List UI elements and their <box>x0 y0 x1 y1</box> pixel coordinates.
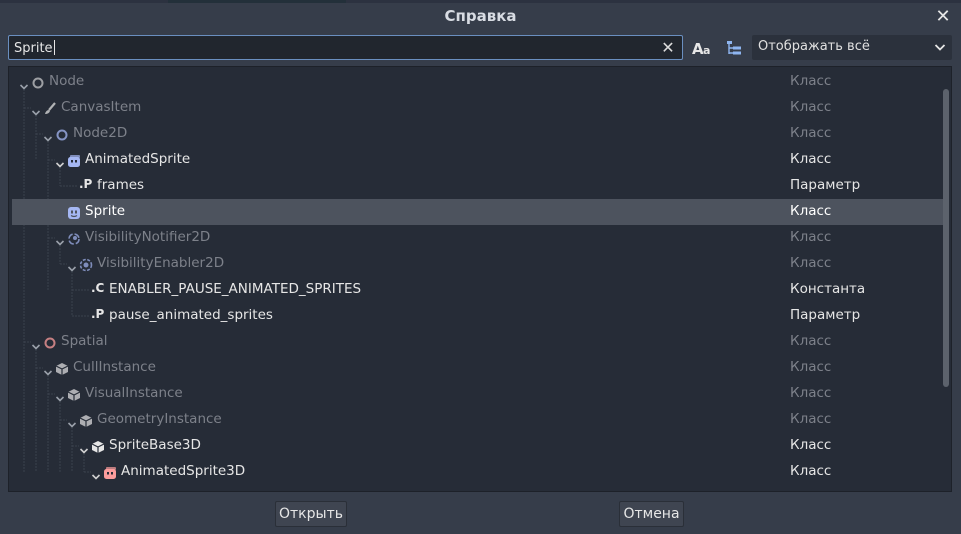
tree-row-name: AnimatedSprite <box>85 151 191 167</box>
chevron-down-icon[interactable] <box>67 415 77 428</box>
tree-row-name: pause_animated_sprites <box>109 307 273 323</box>
tree-row-name: Node2D <box>73 125 128 141</box>
property-icon: .P <box>91 307 105 321</box>
tree-row-type: Класс <box>790 463 832 479</box>
text-caret <box>53 40 55 55</box>
tree-row-type: Класс <box>790 151 832 167</box>
tree-row-type: Параметр <box>790 307 861 323</box>
tree-row-type: Класс <box>790 125 832 141</box>
tree-row[interactable]: VisibilityEnabler2D Класс <box>9 251 947 277</box>
hierarchy-icon[interactable] <box>723 37 745 59</box>
chevron-down-icon[interactable] <box>67 259 77 272</box>
cube-icon <box>67 387 81 401</box>
tree-row-type: Класс <box>790 229 832 245</box>
chevron-down-icon[interactable] <box>55 155 65 168</box>
tree-row[interactable]: AnimatedSprite3D Класс <box>9 459 947 485</box>
tree-row-type: Класс <box>790 385 832 401</box>
tree-row[interactable]: VisibilityNotifier2D Класс <box>9 225 947 251</box>
tree-row-name: CullInstance <box>73 359 156 375</box>
tree-row-name: VisualInstance <box>85 385 183 401</box>
tree-row-name: AnimatedSprite3D <box>121 463 246 479</box>
canvas-item-brush-icon <box>43 101 57 115</box>
tree-row[interactable]: Node Класс <box>9 69 947 95</box>
tree-row[interactable]: Spatial Класс <box>9 329 947 355</box>
vertical-scrollbar[interactable] <box>943 89 949 387</box>
visibility-enabler-icon <box>79 257 93 272</box>
constant-icon: .C <box>91 281 105 295</box>
property-icon: .P <box>79 177 93 191</box>
tree-row-type: Класс <box>790 359 832 375</box>
cancel-button[interactable]: Отмена <box>619 501 684 527</box>
tree-row-type: Класс <box>790 411 832 427</box>
tree-row[interactable]: CullInstance Класс <box>9 355 947 381</box>
tree-row[interactable]: .P pause_animated_sprites Параметр <box>9 303 947 329</box>
tree-row-name: SpriteBase3D <box>109 437 201 453</box>
chevron-down-icon[interactable] <box>55 233 65 246</box>
svg-text:a: a <box>703 44 710 57</box>
visibility-notifier-icon <box>67 231 81 245</box>
tree-row-name: ENABLER_PAUSE_ANIMATED_SPRITES <box>109 281 362 297</box>
cube-icon <box>91 439 105 453</box>
chevron-down-icon[interactable] <box>55 389 65 402</box>
tree-row[interactable]: Sprite Класс <box>12 199 948 225</box>
cube-icon <box>79 413 93 427</box>
node-circle-icon <box>31 75 45 89</box>
tree-row-type: Класс <box>790 99 832 115</box>
tree-row[interactable]: Node2D Класс <box>9 121 947 147</box>
chevron-down-icon <box>934 44 946 51</box>
chevron-down-icon[interactable] <box>43 129 53 142</box>
dialog-title: Справка <box>444 7 517 25</box>
tree-row-type: Параметр <box>790 177 861 193</box>
case-sensitive-icon[interactable]: A a <box>690 37 714 59</box>
chevron-down-icon[interactable] <box>31 103 41 116</box>
close-icon[interactable]: ✕ <box>934 6 952 28</box>
tree-row-type: Класс <box>790 333 832 349</box>
tree-row-name: Node <box>49 73 85 89</box>
animated-sprite-icon <box>67 153 81 167</box>
node2d-circle-icon <box>55 127 69 141</box>
tree-row-type: Класс <box>790 255 832 271</box>
cube-icon <box>55 361 69 375</box>
search-input[interactable]: Sprite ✕ <box>8 35 683 60</box>
chevron-down-icon[interactable] <box>19 77 29 90</box>
search-input-text[interactable]: Sprite <box>14 40 55 56</box>
tree-row-type: Класс <box>790 203 832 219</box>
tree-row-name: GeometryInstance <box>97 411 222 427</box>
chevron-down-icon[interactable] <box>79 441 89 454</box>
chevron-down-icon[interactable] <box>31 337 41 350</box>
tree-row[interactable]: CanvasItem Класс <box>9 95 947 121</box>
chevron-down-icon[interactable] <box>43 363 53 376</box>
filter-select-value: Отображать всё <box>758 39 870 54</box>
tree-row-name: frames <box>97 177 145 193</box>
open-button[interactable]: Открыть <box>275 501 347 527</box>
tree-row[interactable]: AnimatedSprite Класс <box>9 147 947 173</box>
filter-select[interactable]: Отображать всё <box>752 35 952 60</box>
tree-row-name: Sprite <box>85 203 126 219</box>
tree-row-name: VisibilityNotifier2D <box>85 229 211 245</box>
tree-row[interactable]: .P frames Параметр <box>9 173 947 199</box>
chevron-down-icon[interactable] <box>91 467 101 480</box>
spatial-circle-icon <box>43 335 57 349</box>
search-results-tree[interactable]: Node Класс CanvasItem Класс Node2D Класс Anima… <box>8 66 952 492</box>
animated-sprite-3d-icon <box>103 465 117 479</box>
tree-row[interactable]: GeometryInstance Класс <box>9 407 947 433</box>
tree-row-name: CanvasItem <box>61 99 142 115</box>
clear-search-icon[interactable]: ✕ <box>660 38 676 58</box>
tree-row[interactable]: SpriteBase3D Класс <box>9 433 947 459</box>
sprite-icon <box>67 205 81 219</box>
tree-row-type: Класс <box>790 437 832 453</box>
tree-row-name: Spatial <box>61 333 108 349</box>
tree-row-type: Константа <box>790 281 866 297</box>
tree-row-type: Класс <box>790 73 832 89</box>
tree-row-name: VisibilityEnabler2D <box>97 255 225 271</box>
tree-row[interactable]: .C ENABLER_PAUSE_ANIMATED_SPRITES Констант… <box>9 277 947 303</box>
dialog-titlebar: Справка ✕ <box>0 3 961 31</box>
tree-row[interactable]: VisualInstance Класс <box>9 381 947 407</box>
